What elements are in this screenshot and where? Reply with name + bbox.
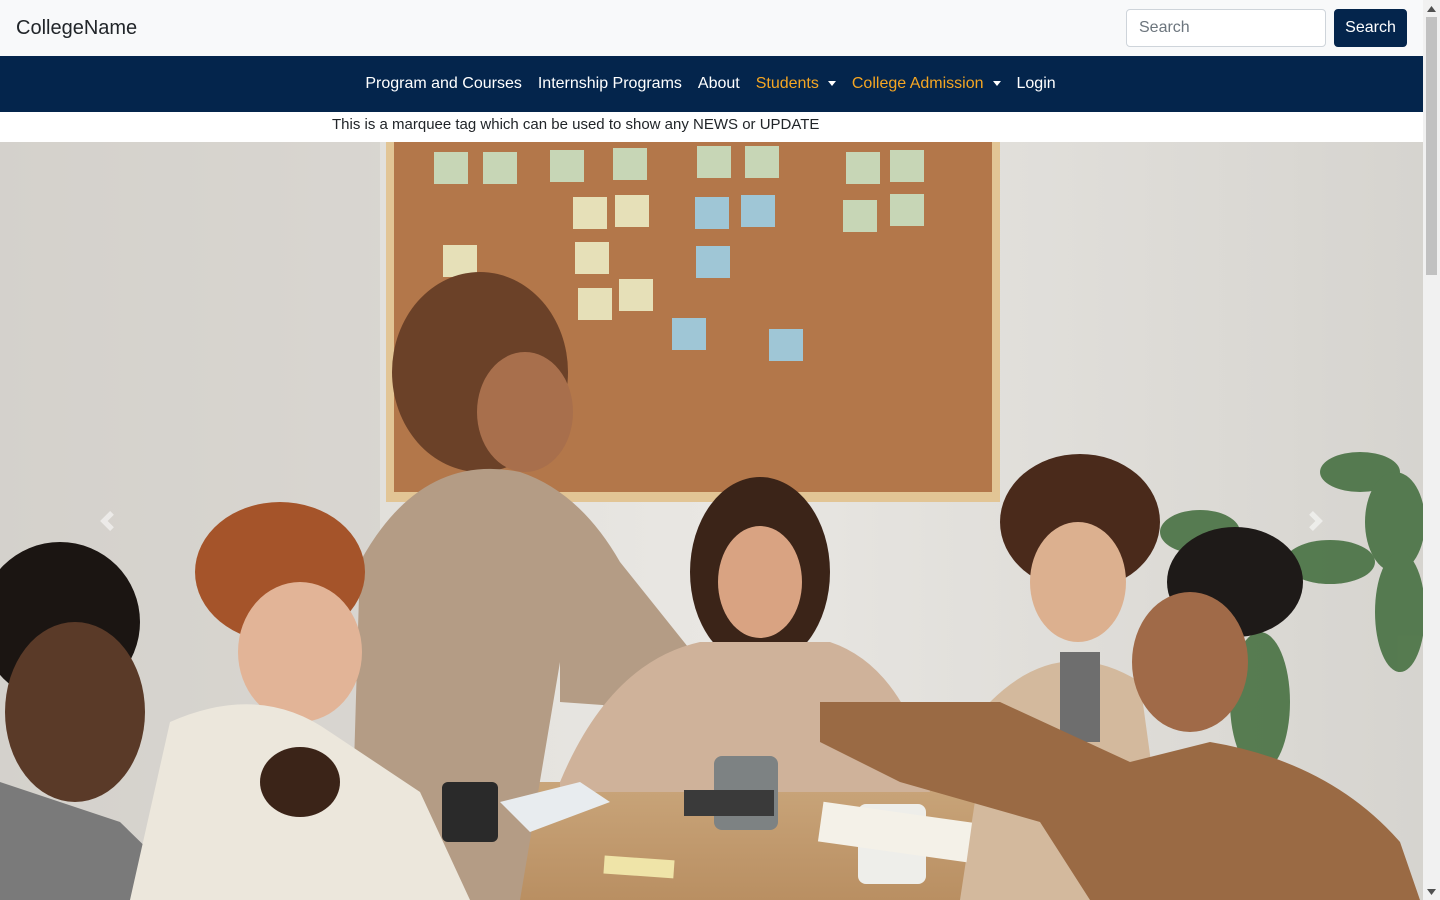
nav-label: Students <box>755 75 819 92</box>
marquee-text: This is a marquee tag which can be used … <box>332 116 820 133</box>
nav-label: Login <box>1016 75 1056 92</box>
carousel-next-button[interactable] <box>1209 142 1423 900</box>
carousel-prev-button[interactable] <box>0 142 214 900</box>
main-nav: Program and Courses Internship Programs … <box>0 56 1423 112</box>
page: CollegeName Search Program and Courses I… <box>0 0 1440 900</box>
nav-item-students: Students <box>748 64 844 104</box>
search-form: Search <box>1126 9 1407 47</box>
nav-item-admission: College Admission <box>844 64 1009 104</box>
page-scrollbar[interactable] <box>1423 0 1440 900</box>
triangle-up-icon <box>1427 5 1436 12</box>
news-marquee: This is a marquee tag which can be used … <box>0 112 1423 142</box>
page-content: CollegeName Search Program and Courses I… <box>0 0 1423 900</box>
brand-logo-link[interactable]: CollegeName <box>16 16 137 40</box>
top-bar: CollegeName Search <box>0 0 1423 56</box>
search-button[interactable]: Search <box>1334 9 1407 47</box>
nav-item-about: About <box>690 64 748 104</box>
nav-item-programs: Program and Courses <box>357 64 530 104</box>
nav-item-login: Login <box>1009 64 1064 104</box>
nav-dropdown-students[interactable]: Students <box>748 64 844 104</box>
nav-link-login[interactable]: Login <box>1009 64 1064 104</box>
nav-link-about[interactable]: About <box>690 64 748 104</box>
nav-label: Program and Courses <box>365 75 522 92</box>
scroll-down-arrow[interactable] <box>1423 883 1440 900</box>
nav-item-internships: Internship Programs <box>530 64 690 104</box>
nav-link-program-and-courses[interactable]: Program and Courses <box>357 64 530 104</box>
chevron-left-icon <box>100 511 114 531</box>
nav-link-internship-programs[interactable]: Internship Programs <box>530 64 690 104</box>
nav-label: About <box>697 75 740 92</box>
nav-list: Program and Courses Internship Programs … <box>357 64 1063 104</box>
triangle-down-icon <box>1427 888 1436 895</box>
chevron-right-icon <box>1309 511 1323 531</box>
nav-dropdown-college-admission[interactable]: College Admission <box>844 64 1009 104</box>
nav-label: College Admission <box>851 75 984 92</box>
nav-label: Internship Programs <box>537 75 682 92</box>
caret-down-icon <box>992 80 1001 86</box>
caret-down-icon <box>827 80 836 86</box>
scroll-thumb[interactable] <box>1426 17 1437 275</box>
search-input[interactable] <box>1126 9 1326 47</box>
hero-carousel <box>0 142 1423 900</box>
scroll-up-arrow[interactable] <box>1423 0 1440 17</box>
